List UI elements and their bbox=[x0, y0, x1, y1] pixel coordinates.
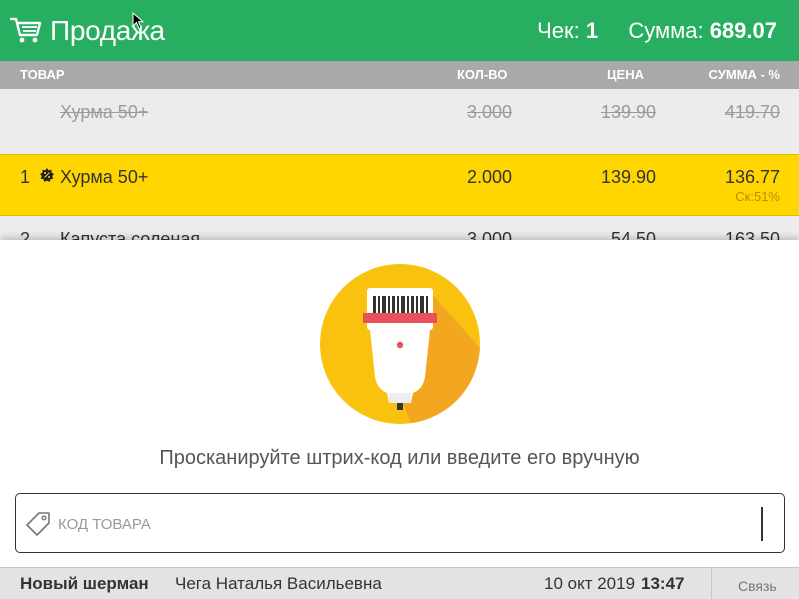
current-date: 10 окт 2019 bbox=[544, 574, 636, 593]
table-row-selected[interactable]: 1 Хурма 50+ 2.000 139.90 136.77 Ск:51% bbox=[0, 154, 799, 216]
text-caret bbox=[761, 507, 763, 541]
receipt-label: Чек: bbox=[537, 18, 580, 43]
column-header-name: ТОВАР bbox=[20, 67, 65, 82]
cashier-name: Чега Наталья Васильевна bbox=[175, 574, 382, 593]
connection-button[interactable]: Связь bbox=[738, 576, 777, 596]
pos-sale-screen: Продажа Чек: 1 Сумма: 689.07 ТОВАР КОЛ-В… bbox=[0, 0, 799, 599]
column-header-price: ЦЕНА bbox=[607, 67, 644, 82]
item-name: Хурма 50+ bbox=[60, 102, 149, 122]
total-value: 689.07 bbox=[709, 18, 777, 43]
receipt-number: 1 bbox=[585, 18, 599, 43]
item-name: Хурма 50+ bbox=[60, 167, 149, 187]
scan-panel: Просканируйте штрих-код или введите его … bbox=[0, 240, 799, 567]
mouse-pointer-icon bbox=[132, 12, 144, 30]
column-header-qty: КОЛ-ВО bbox=[457, 67, 508, 82]
item-sum: 419.70 bbox=[724, 102, 780, 122]
column-header-sum: СУММА - % bbox=[708, 67, 780, 82]
store-name: Новый шерман bbox=[20, 574, 149, 593]
table-header: ТОВАР КОЛ-ВО ЦЕНА СУММА - % bbox=[0, 61, 799, 89]
status-bar: Новый шерман Чега Наталья Васильевна 10 … bbox=[0, 567, 799, 599]
scan-hint: Просканируйте штрих-код или введите его … bbox=[159, 447, 640, 469]
item-qty: 2.000 bbox=[466, 167, 512, 187]
product-code-field[interactable] bbox=[15, 493, 785, 553]
product-code-input[interactable] bbox=[58, 512, 758, 536]
page-title: Продажа bbox=[50, 15, 165, 46]
barcode-scanner-icon bbox=[320, 264, 480, 424]
tag-icon bbox=[26, 512, 50, 536]
item-price: 139.90 bbox=[600, 167, 656, 187]
table-row-deleted[interactable]: Хурма 50+ 3.000 139.90 419.70 bbox=[0, 89, 799, 154]
discount-badge-icon bbox=[40, 168, 54, 182]
receipt-summary: Чек: 1 Сумма: 689.07 bbox=[537, 17, 777, 45]
cart-icon bbox=[10, 17, 42, 43]
item-discount: Ск:51% bbox=[735, 189, 780, 204]
item-sum: 136.77 bbox=[724, 167, 780, 187]
status-divider bbox=[711, 568, 712, 599]
item-number: 1 bbox=[20, 167, 31, 187]
current-time: 13:47 bbox=[641, 574, 685, 593]
item-price: 139.90 bbox=[600, 102, 656, 122]
header-bar: Продажа Чек: 1 Сумма: 689.07 bbox=[0, 0, 799, 61]
total-label: Сумма: bbox=[628, 18, 704, 43]
item-qty: 3.000 bbox=[466, 102, 512, 122]
